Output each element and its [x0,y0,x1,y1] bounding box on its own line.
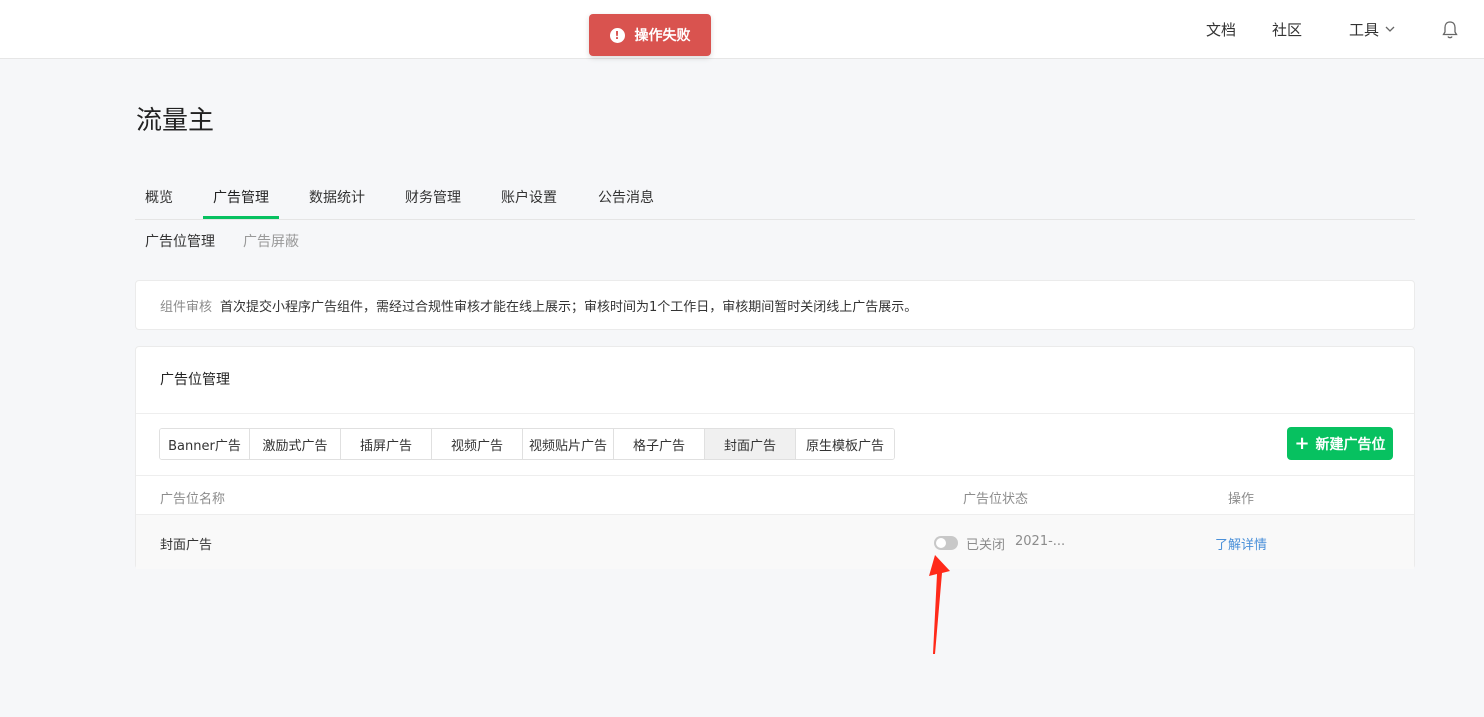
segment-banner[interactable]: Banner广告 [160,429,250,459]
ad-slot-card: 广告位管理 Banner广告 激励式广告 插屏广告 视频广告 视频贴片广告 格子… [135,346,1415,569]
subtab-ad-blocking[interactable]: 广告屏蔽 [243,231,299,251]
table-row: 封面广告 已关闭 2021-... 了解详情 [136,515,1414,569]
segment-video[interactable]: 视频广告 [432,429,523,459]
segment-video-patch[interactable]: 视频贴片广告 [523,429,614,459]
nav-community-label[interactable]: 社区 [1272,19,1302,40]
divider [136,413,1414,414]
new-ad-slot-label: 新建广告位 [1315,436,1386,453]
new-ad-slot-button[interactable]: + 新建广告位 [1287,427,1393,460]
toast-text: 操作失败 [634,28,691,44]
tab-finance[interactable]: 财务管理 [405,187,461,207]
segment-rewarded[interactable]: 激励式广告 [250,429,341,459]
nav-community[interactable]: 社区 [1272,0,1302,59]
segment-native-template[interactable]: 原生模板广告 [796,429,894,459]
header-status: 广告位状态 [963,492,1029,507]
tab-account-settings[interactable]: 账户设置 [501,187,557,207]
segment-interstitial[interactable]: 插屏广告 [341,429,432,459]
tab-statistics[interactable]: 数据统计 [309,187,365,207]
nav-docs-label[interactable]: 文档 [1206,19,1236,40]
page-title: 流量主 [136,106,215,136]
card-title: 广告位管理 [160,372,230,388]
row-date: 2021-... [1015,534,1066,549]
nav-tools-label[interactable]: 工具 [1349,19,1379,40]
subtab-ad-slot-management[interactable]: 广告位管理 [145,231,215,251]
notice-label: 组件审核 [160,299,213,315]
header-name: 广告位名称 [160,492,226,507]
table-header: 广告位名称 广告位状态 操作 [136,475,1414,515]
tab-ad-management[interactable]: 广告管理 [213,187,269,207]
top-bar: 文档 社区 工具 [0,0,1484,59]
segment-grid[interactable]: 格子广告 [614,429,705,459]
tab-announcements[interactable]: 公告消息 [598,187,654,207]
active-tab-indicator [203,216,279,219]
nav-tools[interactable]: 工具 [1349,0,1395,59]
tab-overview[interactable]: 概览 [145,187,173,207]
review-notice: 组件审核 首次提交小程序广告组件，需经过合规性审核才能在线上展示；审核时间为1个… [135,280,1415,330]
toggle-knob [936,538,946,548]
annotation-arrow-icon [929,555,950,654]
nav-docs[interactable]: 文档 [1206,0,1236,59]
error-toast: ! 操作失败 [589,14,711,56]
exclamation-icon: ! [609,27,625,43]
notice-text: 首次提交小程序广告组件，需经过合规性审核才能在线上展示；审核时间为1个工作日，审… [220,299,918,315]
plus-icon: + [1294,432,1310,454]
segment-cover[interactable]: 封面广告 [705,429,796,459]
main-tabs: 概览 广告管理 数据统计 财务管理 账户设置 公告消息 [135,175,1415,220]
ad-type-segments: Banner广告 激励式广告 插屏广告 视频广告 视频贴片广告 格子广告 封面广… [159,428,895,460]
header-action: 操作 [1228,492,1255,507]
chevron-down-icon [1385,26,1395,32]
row-status: 已关闭 [966,538,1006,553]
bell-icon[interactable] [1440,20,1460,40]
learn-more-link[interactable]: 了解详情 [1215,534,1267,553]
row-name: 封面广告 [160,538,213,553]
